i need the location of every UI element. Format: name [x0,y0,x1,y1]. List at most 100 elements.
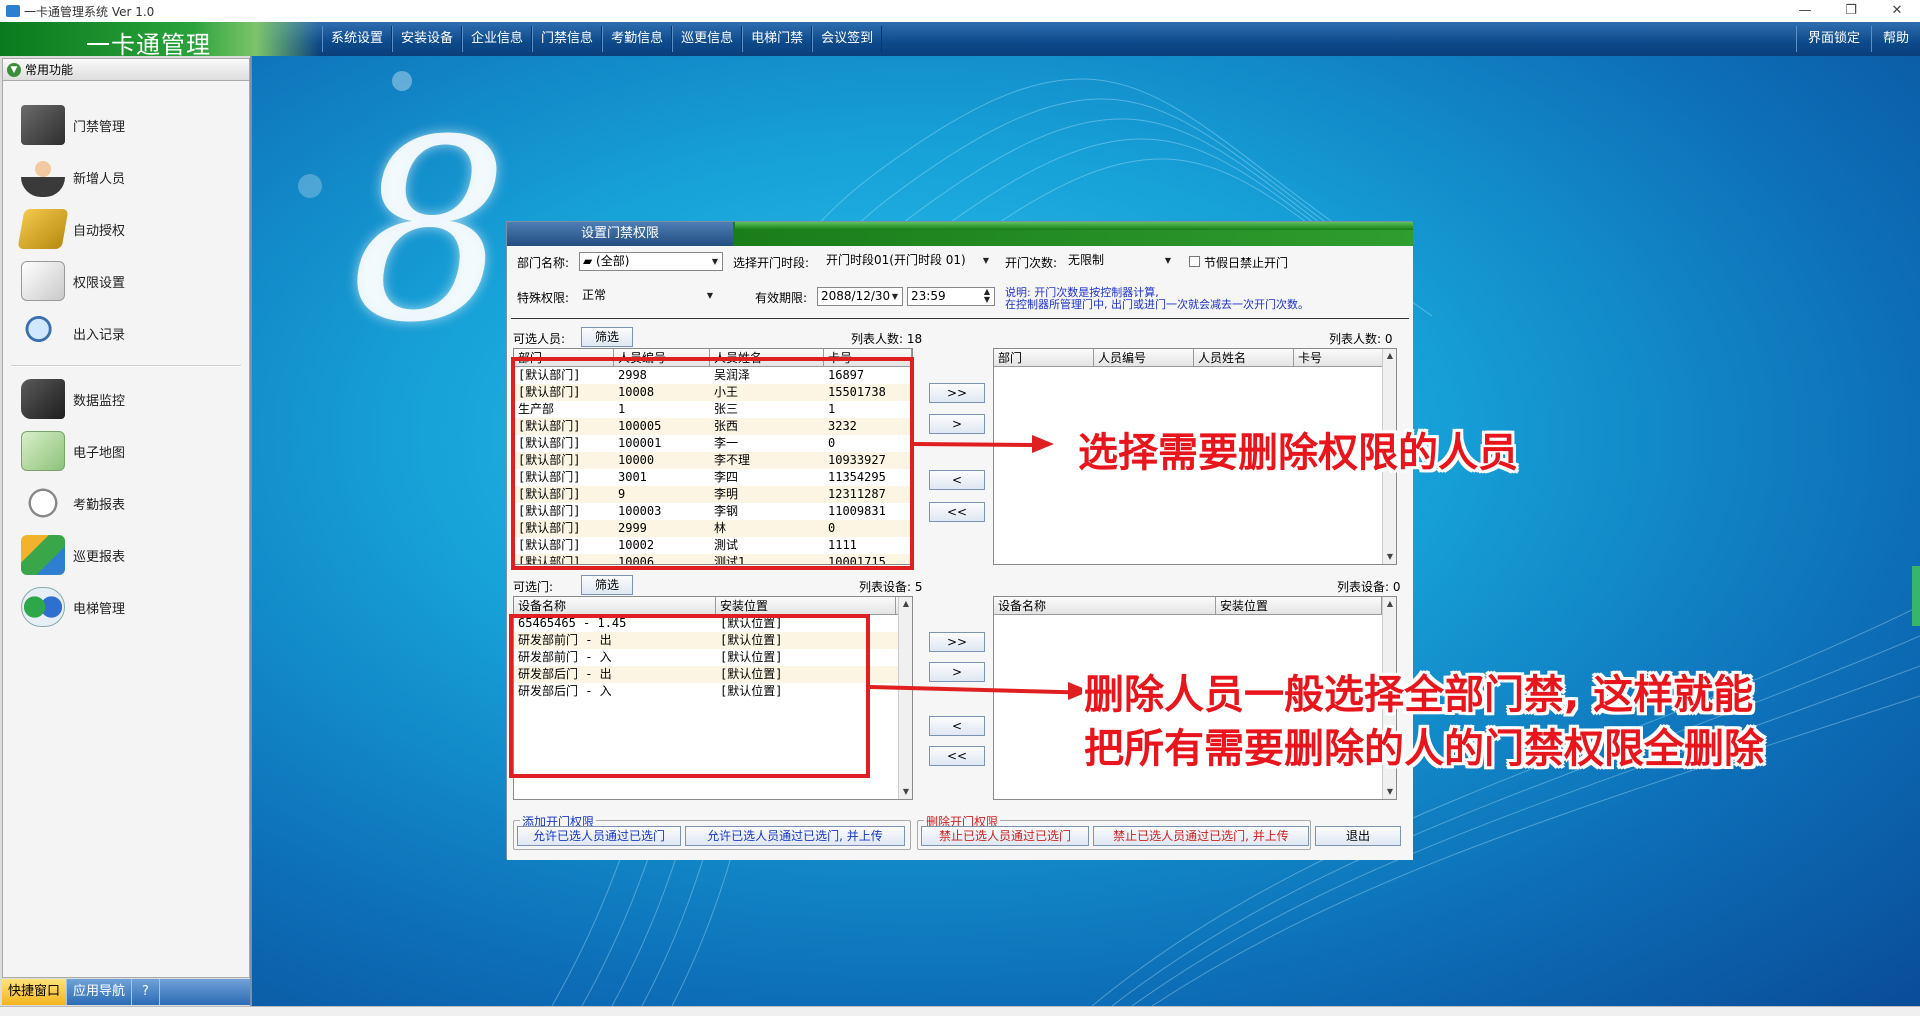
annotation-text-bottom-1: 删除人员一般选择全部门禁, 这样就能 [1084,672,1754,718]
avail-doors-label: 可选门: [513,580,554,594]
add-all-people-button[interactable]: >> [929,383,985,403]
menubar: 一卡通管理 系统设置 安装设备 企业信息 门禁信息 考勤信息 巡更信息 电梯门禁… [0,22,1920,59]
allow-button[interactable]: 允许已选人员通过已选门 [517,826,681,846]
menu-meeting-signin[interactable]: 会议签到 [812,26,883,52]
column-header-card[interactable]: 卡号 [1294,349,1384,366]
restore-button[interactable]: ❐ [1828,0,1874,22]
window-title: 一卡通管理系统 Ver 1.0 [24,4,155,19]
column-header-device[interactable]: 设备名称 [994,597,1216,614]
sidebar-item-data-monitor[interactable]: 数据监控 [3,373,249,425]
sidebar-header[interactable]: ▼ 常用功能 [3,59,249,81]
holiday-label: 节假日禁止开门 [1204,256,1289,270]
dept-label: 部门名称: [517,256,570,270]
add-person-button[interactable]: > [929,414,985,434]
sidebar-item-electronic-map[interactable]: 电子地图 [3,425,249,477]
table-header: 设备名称 安装位置 [514,597,912,615]
menu-install-device[interactable]: 安装设备 [392,26,463,52]
expiry-date-value: 2088/12/30 [821,289,891,303]
column-header-location[interactable]: 安装位置 [716,597,896,614]
count-label: 开门次数: [1005,256,1058,270]
sidebar-item-auto-authorize[interactable]: 自动授权 [3,203,249,255]
column-header-location[interactable]: 安装位置 [1216,597,1382,614]
chevron-down-icon[interactable]: ▼ [708,253,722,270]
menu-access-info[interactable]: 门禁信息 [532,26,603,52]
dept-select[interactable]: ▰ (全部) ▼ [579,252,723,271]
menu-help[interactable]: 帮助 [1870,26,1920,52]
count-select[interactable]: 无限制 ▼ [1065,252,1175,271]
holiday-checkbox[interactable] [1189,256,1200,267]
help-icon[interactable]: ? [132,979,160,1005]
special-select[interactable]: 正常 ▼ [579,287,717,306]
avail-people-label: 可选人员: [513,332,566,346]
chevron-down-icon[interactable]: ▼ [703,287,717,304]
spinner-icon[interactable]: ▲ ▼ [980,288,994,305]
divider [511,318,1409,319]
table-header: 部门 人员编号 人员姓名 卡号 [994,349,1396,367]
remove-door-button[interactable]: < [929,716,985,736]
deny-upload-button[interactable]: 禁止已选人员通过已选门, 并上传 [1093,826,1309,846]
doors-scrollbar[interactable]: ▲ ▼ [898,597,912,799]
add-all-doors-button[interactable]: >> [929,632,985,652]
document-icon [21,261,65,301]
tab-quick-window[interactable]: 快捷窗口 [2,979,68,1005]
menu-lock-ui[interactable]: 界面锁定 [1795,26,1871,52]
tab-app-navigation[interactable]: 应用导航 [67,979,133,1005]
sidebar-item-add-person[interactable]: 新增人员 [3,151,249,203]
sidebar-item-access-management[interactable]: 门禁管理 [3,99,249,151]
sidebar-item-permission-settings[interactable]: 权限设置 [3,255,249,307]
remove-all-doors-button[interactable]: << [929,746,985,766]
scroll-down-icon[interactable]: ▼ [1383,785,1396,799]
title-accent [735,222,1413,230]
annotation-people-highlight [511,357,914,570]
column-header-id[interactable]: 人员编号 [1094,349,1194,366]
menu-elevator-access[interactable]: 电梯门禁 [742,26,813,52]
sidebar-item-access-records[interactable]: 出入记录 [3,307,249,359]
sidebar-item-elevator-management[interactable]: 电梯管理 [3,581,249,633]
sidebar-header-label: 常用功能 [25,63,74,77]
column-header-dept[interactable]: 部门 [994,349,1094,366]
menu-company-info[interactable]: 企业信息 [462,26,533,52]
app-icon [6,5,20,17]
scroll-up-icon[interactable]: ▲ [899,597,912,611]
expiry-time-value: 23:59 [911,289,946,303]
period-label: 选择开门时段: [733,256,810,270]
scroll-up-icon[interactable]: ▲ [1383,597,1396,611]
column-header-name[interactable]: 人员姓名 [1194,349,1294,366]
annotation-arrowhead-1 [1032,435,1054,453]
exit-button[interactable]: 退出 [1315,826,1401,846]
deny-button[interactable]: 禁止已选人员通过已选门 [921,826,1089,846]
sidebar-item-label: 自动授权 [73,223,126,239]
period-select[interactable]: 开门时段01(开门时段 01) ▼ [823,252,993,271]
count-select-value: 无限制 [1068,253,1105,267]
dept-select-value: (全部) [596,254,630,268]
column-header-device[interactable]: 设备名称 [514,597,716,614]
selected-people-count: 列表人数: 0 [1329,332,1393,346]
sidebar-item-attendance-report[interactable]: 考勤报表 [3,477,249,529]
period-select-value: 开门时段01(开门时段 01) [826,253,966,267]
expiry-date-picker[interactable]: 2088/12/30 ▼ [817,287,903,306]
remove-all-people-button[interactable]: << [929,502,985,522]
close-button[interactable]: ✕ [1874,0,1920,22]
remove-person-button[interactable]: < [929,470,985,490]
sidebar-item-patrol-report[interactable]: 巡更报表 [3,529,249,581]
menu-system-settings[interactable]: 系统设置 [322,26,393,52]
logo-eight: 8 [350,86,510,377]
menu-patrol-info[interactable]: 巡更信息 [672,26,743,52]
filter-people-button[interactable]: 筛选 [581,327,633,347]
minimize-button[interactable]: — [1782,0,1828,22]
scroll-up-icon[interactable]: ▲ [1383,349,1396,363]
menu-attendance-info[interactable]: 考勤信息 [602,26,673,52]
folder-icon: ▰ [583,254,597,268]
scroll-down-icon[interactable]: ▼ [1383,550,1396,564]
filter-doors-button[interactable]: 筛选 [581,575,633,595]
scroll-down-icon[interactable]: ▼ [899,785,912,799]
chevron-down-icon[interactable]: ▼ [1161,252,1175,269]
chevron-down-icon[interactable]: ▼ [888,288,902,305]
expiry-time-spinner[interactable]: 23:59 ▲ ▼ [907,287,995,306]
allow-upload-button[interactable]: 允许已选人员通过已选门, 并上传 [685,826,905,846]
chevron-down-icon[interactable]: ▼ [979,252,993,269]
add-door-button[interactable]: > [929,662,985,682]
brand-banner: 一卡通管理 [0,22,320,59]
collapse-icon[interactable]: ▼ [7,62,21,77]
blocks-icon [21,535,65,575]
